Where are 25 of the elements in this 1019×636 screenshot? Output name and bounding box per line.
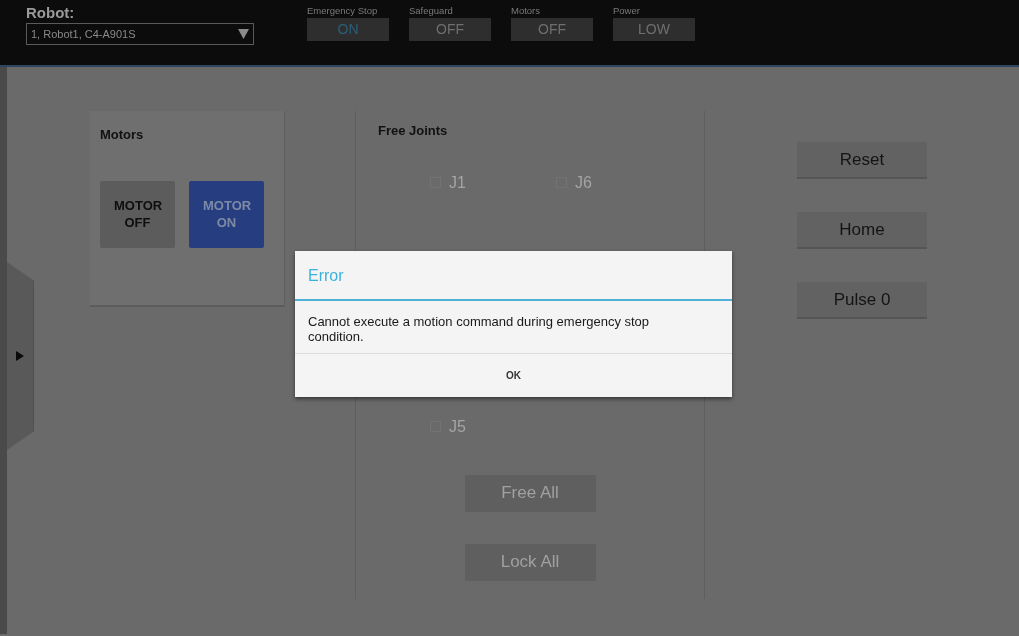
joint-label: J1: [449, 172, 466, 193]
status-indicator: ON: [307, 18, 389, 41]
joint-label: J5: [449, 416, 466, 437]
status-label: Emergency Stop: [307, 4, 379, 18]
action-button[interactable]: Reset: [797, 142, 927, 179]
expand-arrow-icon: [16, 351, 24, 361]
action-button[interactable]: Pulse 0: [797, 282, 927, 319]
status-indicator: LOW: [613, 18, 695, 41]
ok-button[interactable]: OK: [295, 354, 732, 397]
dialog-message: Cannot execute a motion command during emergency stop condition.: [295, 301, 732, 354]
motor-button[interactable]: MOTOR ON: [189, 180, 264, 248]
status-indicator: OFF: [409, 18, 491, 41]
dialog-title: Error: [295, 251, 732, 301]
robot-dropdown[interactable]: 1, Robot1, C4-A901S: [26, 23, 254, 45]
action-button[interactable]: Home: [797, 212, 927, 249]
joint-label: J6: [575, 172, 592, 193]
status-label: Power: [613, 4, 641, 18]
status-label: Safeguard: [409, 4, 454, 18]
panel-title: Motors: [100, 126, 145, 144]
status-label: Motors: [511, 4, 542, 18]
robot-label: Robot:: [26, 4, 76, 22]
dropdown-arrow-icon: [238, 29, 249, 39]
panel-title: Free Joints: [378, 122, 449, 140]
motor-button[interactable]: MOTOR OFF: [100, 180, 175, 248]
status-indicator: OFF: [511, 18, 593, 41]
